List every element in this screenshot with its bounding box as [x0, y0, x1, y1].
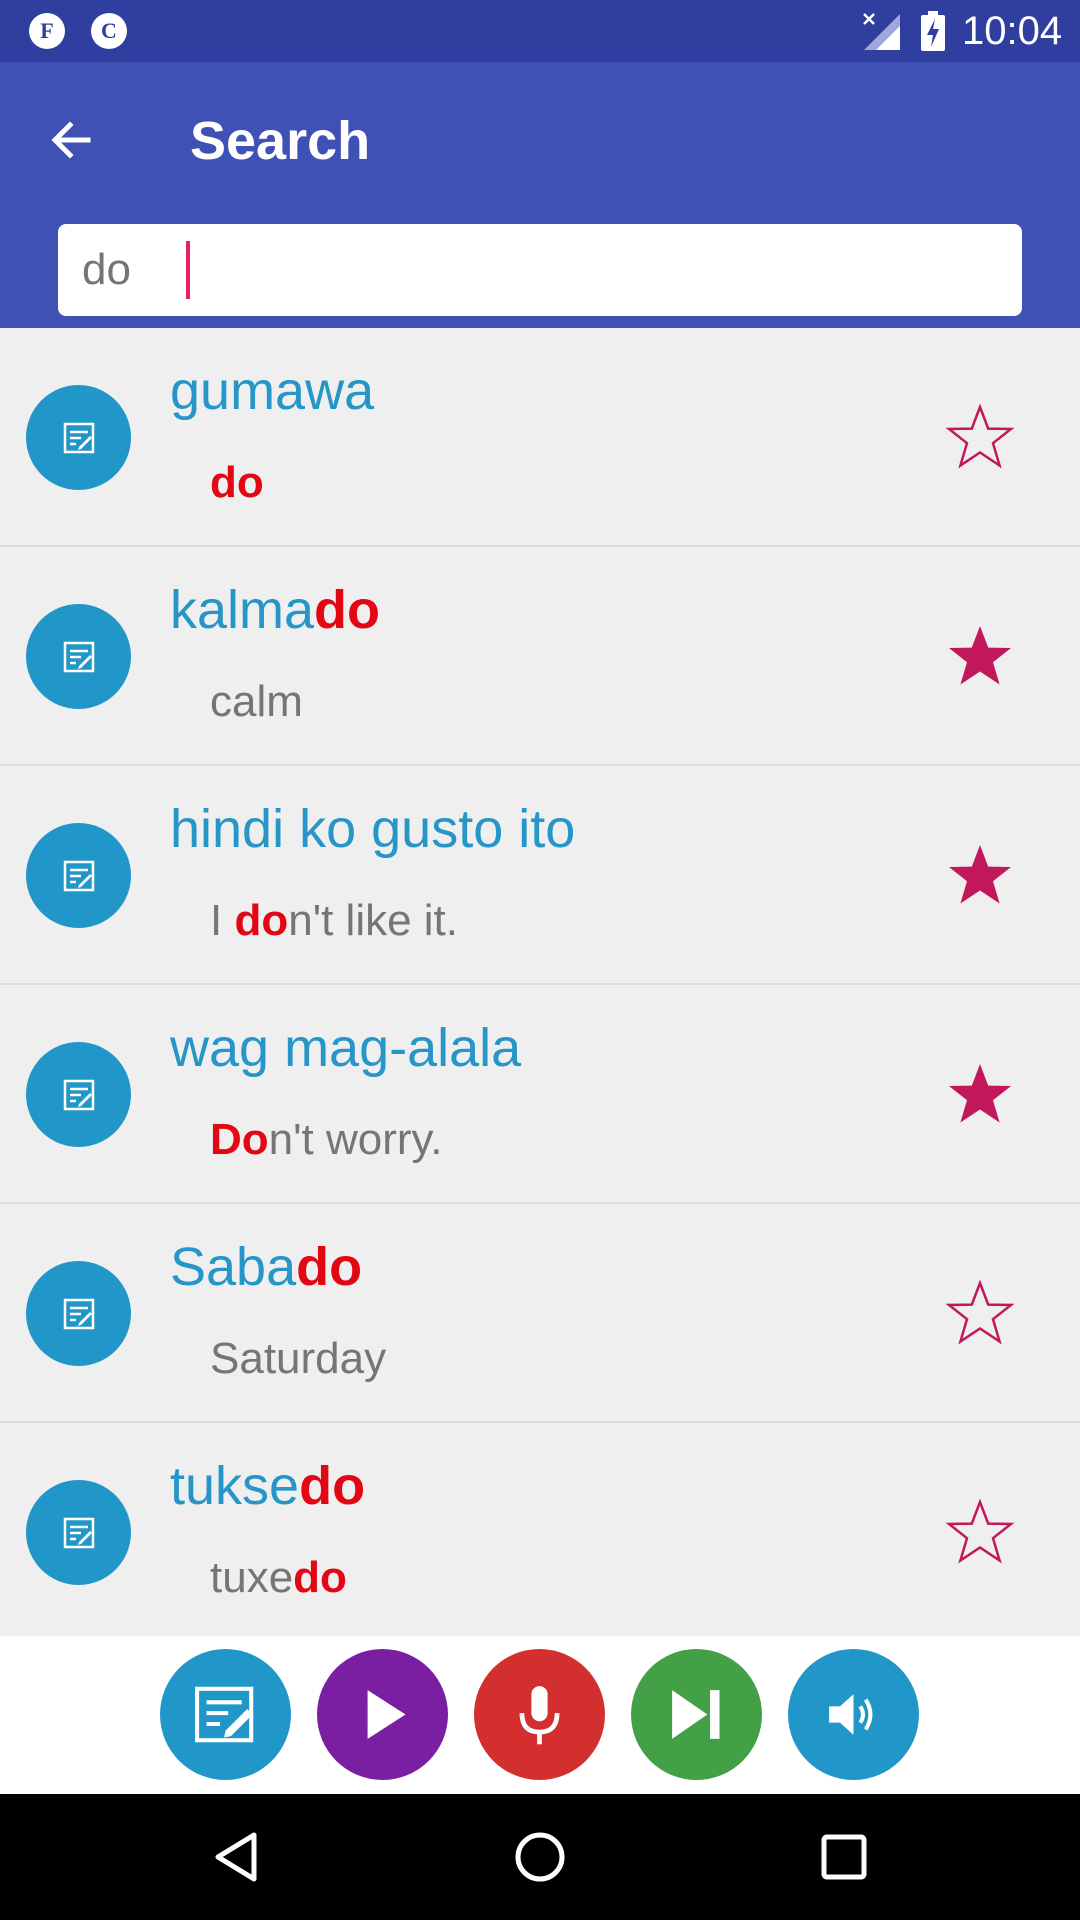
action-bar	[0, 1636, 1080, 1794]
text-segment: tuxe	[210, 1553, 294, 1602]
meaning-text: Don't worry.	[210, 1113, 443, 1167]
microphone-button[interactable]	[474, 1649, 605, 1780]
search-box	[58, 224, 1022, 316]
arrow-left-icon[interactable]	[40, 108, 104, 172]
note-icon	[63, 422, 95, 454]
volume-button[interactable]	[788, 1649, 919, 1780]
star-filled-icon[interactable]	[945, 1060, 1015, 1130]
app-bar: Search	[0, 62, 1080, 328]
word-text: hindi ko gusto ito	[170, 796, 575, 862]
list-item[interactable]: hindi ko gusto ito I don't like it.	[0, 766, 1080, 985]
status-bar: F C 10:04	[0, 0, 1080, 62]
note-icon	[63, 1298, 95, 1330]
search-input[interactable]	[82, 224, 1002, 316]
word-text: tuksedo	[170, 1453, 365, 1519]
list-item[interactable]: tuksedo tuxedo	[0, 1423, 1080, 1636]
note-avatar[interactable]	[26, 385, 131, 490]
recents-nav-icon[interactable]	[814, 1827, 874, 1887]
list-item[interactable]: gumawa do	[0, 328, 1080, 547]
text-segment: n't like it.	[288, 896, 459, 945]
home-nav-icon[interactable]	[510, 1827, 570, 1887]
text-segment: tukse	[170, 1456, 300, 1516]
note-avatar[interactable]	[26, 1480, 131, 1585]
text-segment: calm	[210, 677, 303, 726]
notification-f-icon: F	[29, 13, 65, 49]
note-avatar[interactable]	[26, 823, 131, 928]
word-text: kalmado	[170, 577, 380, 643]
list-item[interactable]: wag mag-alala Don't worry.	[0, 985, 1080, 1204]
highlight-text: do	[293, 1553, 347, 1602]
text-segment: gumawa	[170, 361, 375, 421]
word-text: Sabado	[170, 1234, 362, 1300]
play-icon	[367, 1690, 406, 1739]
note-icon	[63, 860, 95, 892]
note-icon	[63, 1079, 95, 1111]
text-cursor	[186, 241, 190, 299]
text-segment: n't worry.	[268, 1115, 443, 1164]
note-avatar[interactable]	[26, 1261, 131, 1366]
skip-next-button[interactable]	[631, 1649, 762, 1780]
word-text: gumawa	[170, 358, 374, 424]
signal-no-service-icon	[863, 13, 900, 50]
volume-icon	[829, 1694, 873, 1735]
note-avatar[interactable]	[26, 1042, 131, 1147]
highlight-text: do	[299, 1456, 366, 1516]
highlight-text: Do	[210, 1115, 269, 1164]
edit-note-icon	[195, 1686, 254, 1743]
note-icon	[63, 641, 95, 673]
text-segment: Saba	[170, 1237, 297, 1297]
microphone-icon	[519, 1686, 560, 1745]
navigation-bar	[0, 1794, 1080, 1920]
text-segment: wag mag-alala	[170, 1018, 522, 1078]
note-avatar[interactable]	[26, 604, 131, 709]
meaning-text: do	[210, 456, 264, 510]
results-list: gumawa do kalmado calm hindi ko gusto ito I d…	[0, 328, 1080, 1636]
skip-next-icon	[672, 1690, 720, 1739]
meaning-text: tuxedo	[210, 1551, 347, 1605]
text-segment: Saturday	[210, 1334, 387, 1383]
star-outline-icon[interactable]	[945, 1279, 1015, 1349]
highlight-text: do	[296, 1237, 363, 1297]
page-title: Search	[190, 111, 371, 171]
list-item[interactable]: kalmado calm	[0, 547, 1080, 766]
status-clock: 10:04	[962, 9, 1063, 53]
highlight-text: do	[210, 458, 264, 507]
text-segment: hindi ko gusto ito	[170, 799, 576, 859]
note-icon	[63, 1517, 95, 1549]
notification-c-icon: C	[91, 13, 127, 49]
meaning-text: Saturday	[210, 1332, 386, 1386]
back-nav-icon[interactable]	[206, 1827, 266, 1887]
battery-charging-icon	[921, 11, 945, 51]
star-outline-icon[interactable]	[945, 1498, 1015, 1568]
meaning-text: I don't like it.	[210, 894, 458, 948]
edit-note-button[interactable]	[160, 1649, 291, 1780]
play-button[interactable]	[317, 1649, 448, 1780]
list-item[interactable]: Sabado Saturday	[0, 1204, 1080, 1423]
meaning-text: calm	[210, 675, 303, 729]
star-filled-icon[interactable]	[945, 841, 1015, 911]
text-segment: I	[210, 896, 235, 945]
word-text: wag mag-alala	[170, 1015, 521, 1081]
highlight-text: do	[234, 896, 289, 945]
text-segment: kalma	[170, 580, 315, 640]
star-filled-icon[interactable]	[945, 622, 1015, 692]
star-outline-icon[interactable]	[945, 403, 1015, 473]
highlight-text: do	[314, 580, 381, 640]
